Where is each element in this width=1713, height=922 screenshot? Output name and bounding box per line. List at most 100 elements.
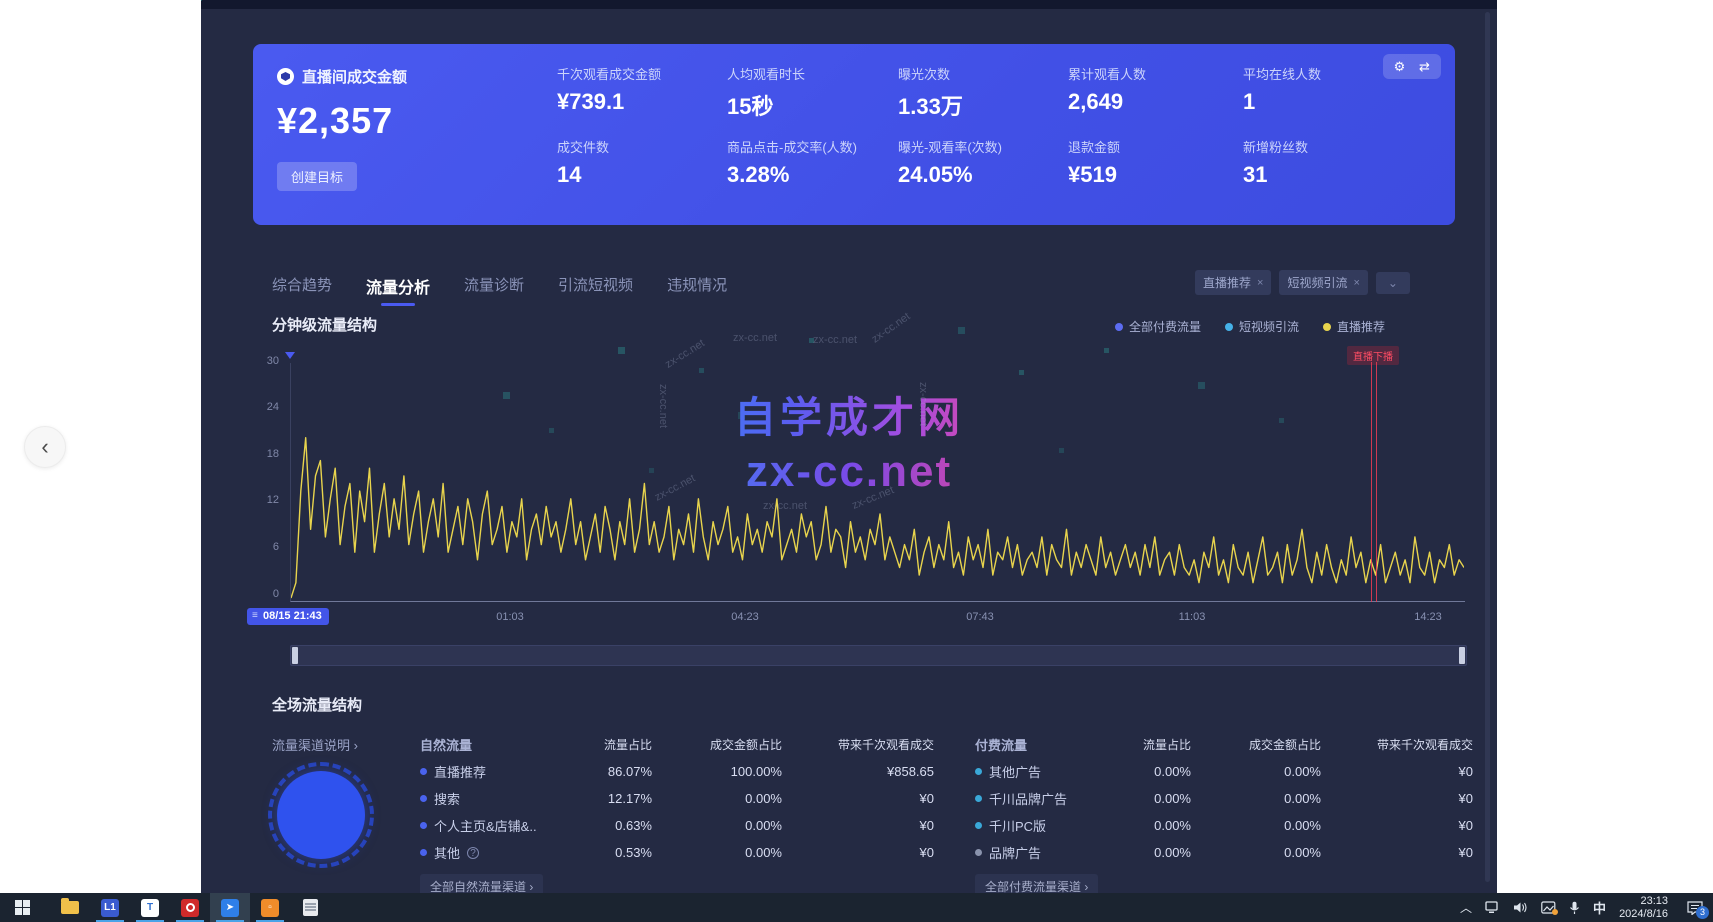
kpi-value: ¥519	[1068, 162, 1120, 188]
tab-overall-trend[interactable]: 综合趋势	[272, 274, 332, 306]
legend-item-short-video[interactable]: 短视频引流	[1225, 318, 1299, 335]
clock-date: 2024/8/16	[1619, 908, 1668, 921]
watermark-tile: zx-cc.net	[813, 334, 857, 346]
donut-fill	[277, 771, 365, 859]
filter-chip-short-video[interactable]: 短视频引流 ×	[1279, 270, 1367, 295]
filter-chip-live-recommend[interactable]: 直播推荐 ×	[1195, 270, 1271, 295]
create-goal-button[interactable]: 创建目标	[277, 162, 357, 191]
kpi-column: 人均观看时长15秒 商品点击-成交率(人数)3.28%	[727, 44, 897, 225]
table-row[interactable]: 千川PC版 0.00% 0.00% ¥0	[975, 812, 1473, 839]
datazoom-handle-left[interactable]	[292, 647, 298, 664]
legend-item-live-recommend[interactable]: 直播推荐	[1323, 318, 1385, 335]
taskbar-app-ring[interactable]	[170, 893, 210, 922]
start-button[interactable]	[2, 893, 42, 922]
window-top-strip	[201, 0, 1497, 9]
notification-badge: 3	[1696, 906, 1709, 919]
table-row[interactable]: 搜索 12.17% 0.00% ¥0	[420, 785, 934, 812]
stream-end-marker-label: 直播下播	[1347, 346, 1399, 365]
minute-line-chart[interactable]	[290, 363, 1465, 602]
kpi-label: 退款金额	[1068, 137, 1120, 156]
table-header: 付费流量 流量占比 成交金额占比 带来千次观看成交	[975, 731, 1473, 758]
taskbar: L1 T ➤ ▫ ︿ 中 23:13 2024/8/16	[0, 893, 1713, 922]
kpi-banner: 直播间成交金额 ¥2,357 创建目标 千次观看成交金额¥739.1 成交件数1…	[253, 44, 1455, 225]
traffic-section-title: 全场流量结构	[272, 694, 362, 715]
line-series	[291, 363, 1464, 600]
microphone-icon[interactable]	[1569, 901, 1580, 915]
system-tray: ︿ 中 23:13 2024/8/16 3	[1460, 895, 1713, 921]
tray-expand-icon[interactable]: ︿	[1460, 899, 1472, 916]
channel-help-link[interactable]: 流量渠道说明 ›	[272, 735, 358, 754]
table-row[interactable]: 其他? 0.53% 0.00% ¥0	[420, 839, 934, 866]
kpi-label: 人均观看时长	[727, 64, 805, 83]
close-icon[interactable]: ×	[1353, 277, 1359, 289]
datazoom-slider[interactable]	[290, 645, 1467, 666]
kpi-value: ¥739.1	[557, 89, 661, 115]
kpi-column: 曝光次数1.33万 曝光-观看率(次数)24.05%	[898, 44, 1068, 225]
tab-bar: 综合趋势 流量分析 流量诊断 引流短视频 违规情况	[272, 274, 727, 306]
kpi-label: 新增粉丝数	[1243, 137, 1308, 156]
watermark-tile: zx-cc.net	[870, 310, 913, 345]
table-row[interactable]: 千川品牌广告 0.00% 0.00% ¥0	[975, 785, 1473, 812]
notification-center-icon[interactable]: 3	[1687, 901, 1703, 915]
kpi-label: 成交件数	[557, 137, 609, 156]
table-row[interactable]: 其他广告 0.00% 0.00% ¥0	[975, 758, 1473, 785]
kpi-column: 千次观看成交金额¥739.1 成交件数14	[557, 44, 727, 225]
desktop: ‹ 直播间成交金额 ¥2,357 创建目标 千次观看成交金额¥739.1 成交件…	[0, 0, 1713, 922]
table-row[interactable]: 个人主页&店铺&.. 0.63% 0.00% ¥0	[420, 812, 934, 839]
tab-violations[interactable]: 违规情况	[667, 274, 727, 306]
close-icon[interactable]: ×	[1257, 277, 1263, 289]
series-dot	[420, 795, 427, 802]
series-dot	[420, 768, 427, 775]
snip-tool-icon[interactable]	[1541, 901, 1556, 914]
tab-traffic-analysis[interactable]: 流量分析	[366, 274, 430, 306]
info-icon[interactable]: ?	[467, 847, 479, 859]
kpi-value: 14	[557, 162, 609, 188]
tab-traffic-diagnosis[interactable]: 流量诊断	[464, 274, 524, 306]
kpi-value: 31	[1243, 162, 1308, 188]
natural-traffic-table: 自然流量 流量占比 成交金额占比 带来千次观看成交 直播推荐 86.07% 10…	[420, 731, 934, 899]
series-dot	[420, 822, 427, 829]
stream-end-marker-line	[1376, 362, 1377, 602]
tab-short-video[interactable]: 引流短视频	[558, 274, 633, 306]
x-axis: 08/15 21:43 01:03 04:23 07:43 11:03 14:2…	[201, 608, 1497, 628]
table-row[interactable]: 直播推荐 86.07% 100.00% ¥858.65	[420, 758, 934, 785]
series-dot	[975, 768, 982, 775]
window-scrollbar[interactable]	[1485, 12, 1490, 882]
taskbar-app-orange[interactable]: ▫	[250, 893, 290, 922]
gear-icon[interactable]: ⚙	[1392, 59, 1407, 74]
gmv-value: ¥2,357	[277, 100, 393, 142]
folder-icon	[61, 901, 79, 914]
taskbar-app-t[interactable]: T	[130, 893, 170, 922]
kpi-label: 曝光-观看率(次数)	[898, 137, 1002, 156]
filter-dropdown[interactable]: ⌄	[1376, 272, 1410, 294]
chevron-down-icon: ⌄	[1388, 276, 1398, 290]
traffic-donut-chart	[268, 762, 374, 868]
l1-app-icon: L1	[101, 899, 119, 917]
network-icon[interactable]	[1485, 901, 1500, 914]
swap-icon[interactable]: ⇄	[1417, 59, 1432, 74]
windows-icon	[15, 900, 30, 915]
back-button[interactable]: ‹	[24, 426, 66, 468]
filter-chip-group: 直播推荐 × 短视频引流 × ⌄	[1195, 270, 1410, 295]
y-axis: 30 24 18 12 6 0	[249, 360, 279, 600]
kpi-value: 2,649	[1068, 89, 1146, 115]
taskbar-app-cursor-active[interactable]: ➤	[210, 893, 250, 922]
taskbar-app-l1[interactable]: L1	[90, 893, 130, 922]
taskbar-clock[interactable]: 23:13 2024/8/16	[1619, 895, 1668, 921]
ime-indicator[interactable]: 中	[1593, 898, 1606, 917]
banner-title: 直播间成交金额	[302, 66, 407, 87]
x-axis-start-label[interactable]: 08/15 21:43	[247, 608, 329, 625]
legend-item-paid[interactable]: 全部付费流量	[1115, 318, 1201, 335]
series-dot	[420, 849, 427, 856]
table-row[interactable]: 品牌广告 0.00% 0.00% ¥0	[975, 839, 1473, 866]
speaker-icon[interactable]	[1513, 901, 1528, 914]
datazoom-handle-right[interactable]	[1459, 647, 1465, 664]
taskbar-app-notepad[interactable]	[290, 893, 330, 922]
t-app-icon: T	[141, 899, 159, 917]
chevron-left-icon: ‹	[41, 434, 48, 460]
artifact-specks	[201, 0, 202, 1]
taskbar-file-explorer[interactable]	[50, 893, 90, 922]
kpi-value: 3.28%	[727, 162, 857, 188]
kpi-label: 曝光次数	[898, 64, 963, 83]
kpi-value: 1	[1243, 89, 1321, 115]
